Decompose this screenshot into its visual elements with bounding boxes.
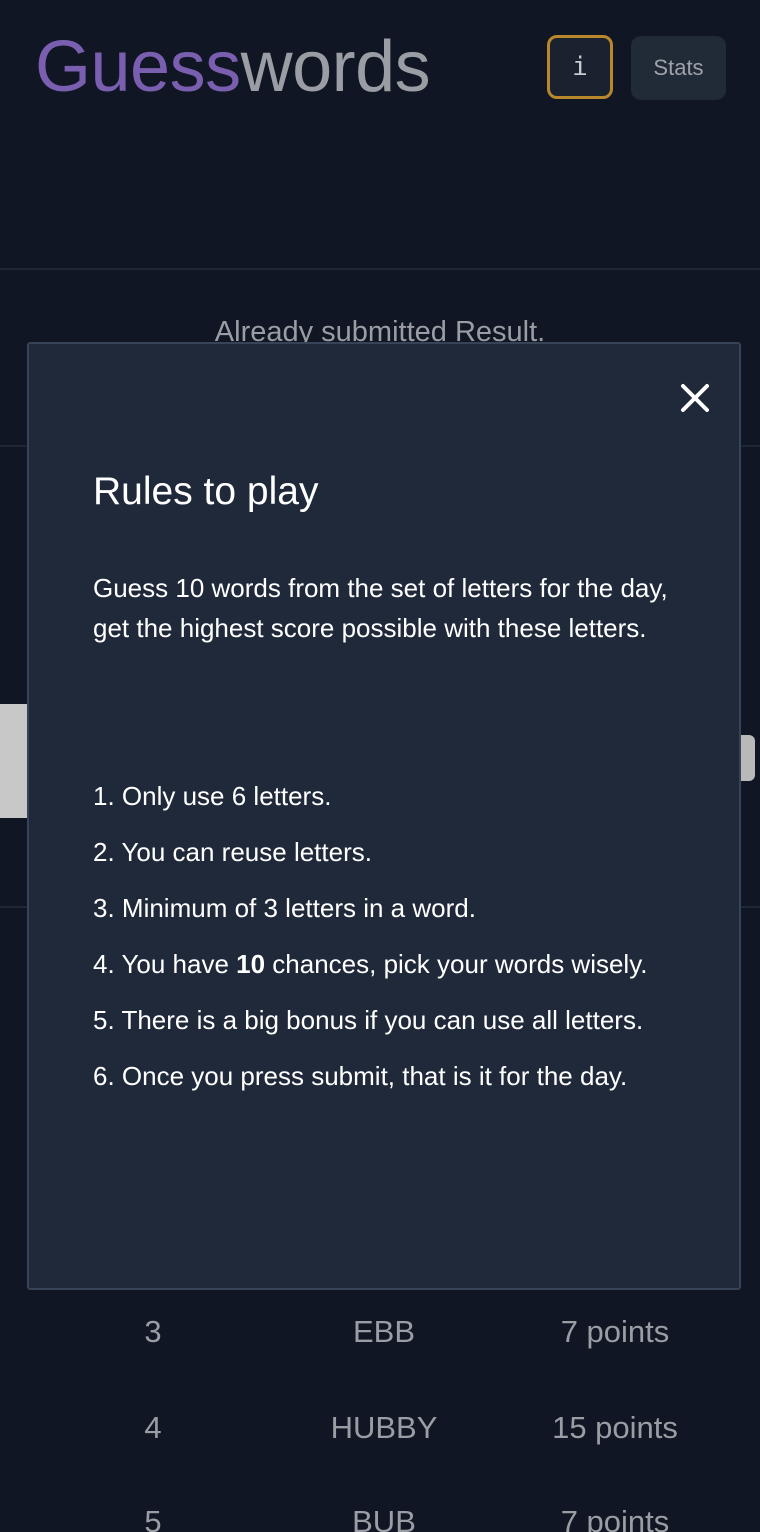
rule-item: 3. Minimum of 3 letters in a word. <box>93 893 476 923</box>
close-icon <box>681 384 709 412</box>
result-points: 15 points <box>552 1410 678 1445</box>
rule-item: 6. Once you press submit, that is it for… <box>93 1061 628 1091</box>
divider <box>0 268 760 270</box>
modal-intro: Guess 10 words from the set of letters f… <box>93 573 668 643</box>
result-row: 3 EBB 7 points <box>0 1302 760 1362</box>
app-title-part1: Guess <box>35 27 241 107</box>
result-points: 7 points <box>560 1314 670 1349</box>
result-points: 7 points <box>560 1504 670 1532</box>
result-number: 4 <box>144 1410 162 1445</box>
rules-modal: Rules to play Guess 10 words from the se… <box>27 342 741 1290</box>
rule-item: 1. Only use 6 letters. <box>93 781 332 811</box>
result-row: 5 BUB 7 points <box>0 1492 760 1532</box>
rule-item: 4. You have 10 chances, pick your words … <box>93 944 693 984</box>
result-number: 5 <box>144 1504 162 1532</box>
rule-text: 4. You have <box>93 949 237 979</box>
stats-button[interactable]: Stats <box>631 36 726 100</box>
result-word: HUBBY <box>330 1410 438 1445</box>
rule-item: 2. You can reuse letters. <box>93 837 372 867</box>
result-row: 4 HUBBY 15 points <box>0 1398 760 1458</box>
close-button[interactable] <box>677 380 713 416</box>
rule-item: 5. There is a big bonus if you can use a… <box>93 1005 644 1035</box>
result-word: EBB <box>352 1314 416 1349</box>
page: Guesswords i Stats Already submitted Res… <box>0 0 760 1532</box>
modal-title: Rules to play <box>93 470 319 513</box>
result-number: 3 <box>144 1314 162 1349</box>
rules-list: 1. Only use 6 letters. 2. You can reuse … <box>93 776 693 1112</box>
app-title: Guesswords <box>35 24 431 110</box>
info-button[interactable]: i <box>547 35 613 99</box>
app-title-part2: words <box>240 27 431 107</box>
result-word: BUB <box>352 1504 416 1532</box>
rule-text: chances, pick your words wisely. <box>265 949 648 979</box>
rule-bold-text: 10 <box>236 949 266 979</box>
